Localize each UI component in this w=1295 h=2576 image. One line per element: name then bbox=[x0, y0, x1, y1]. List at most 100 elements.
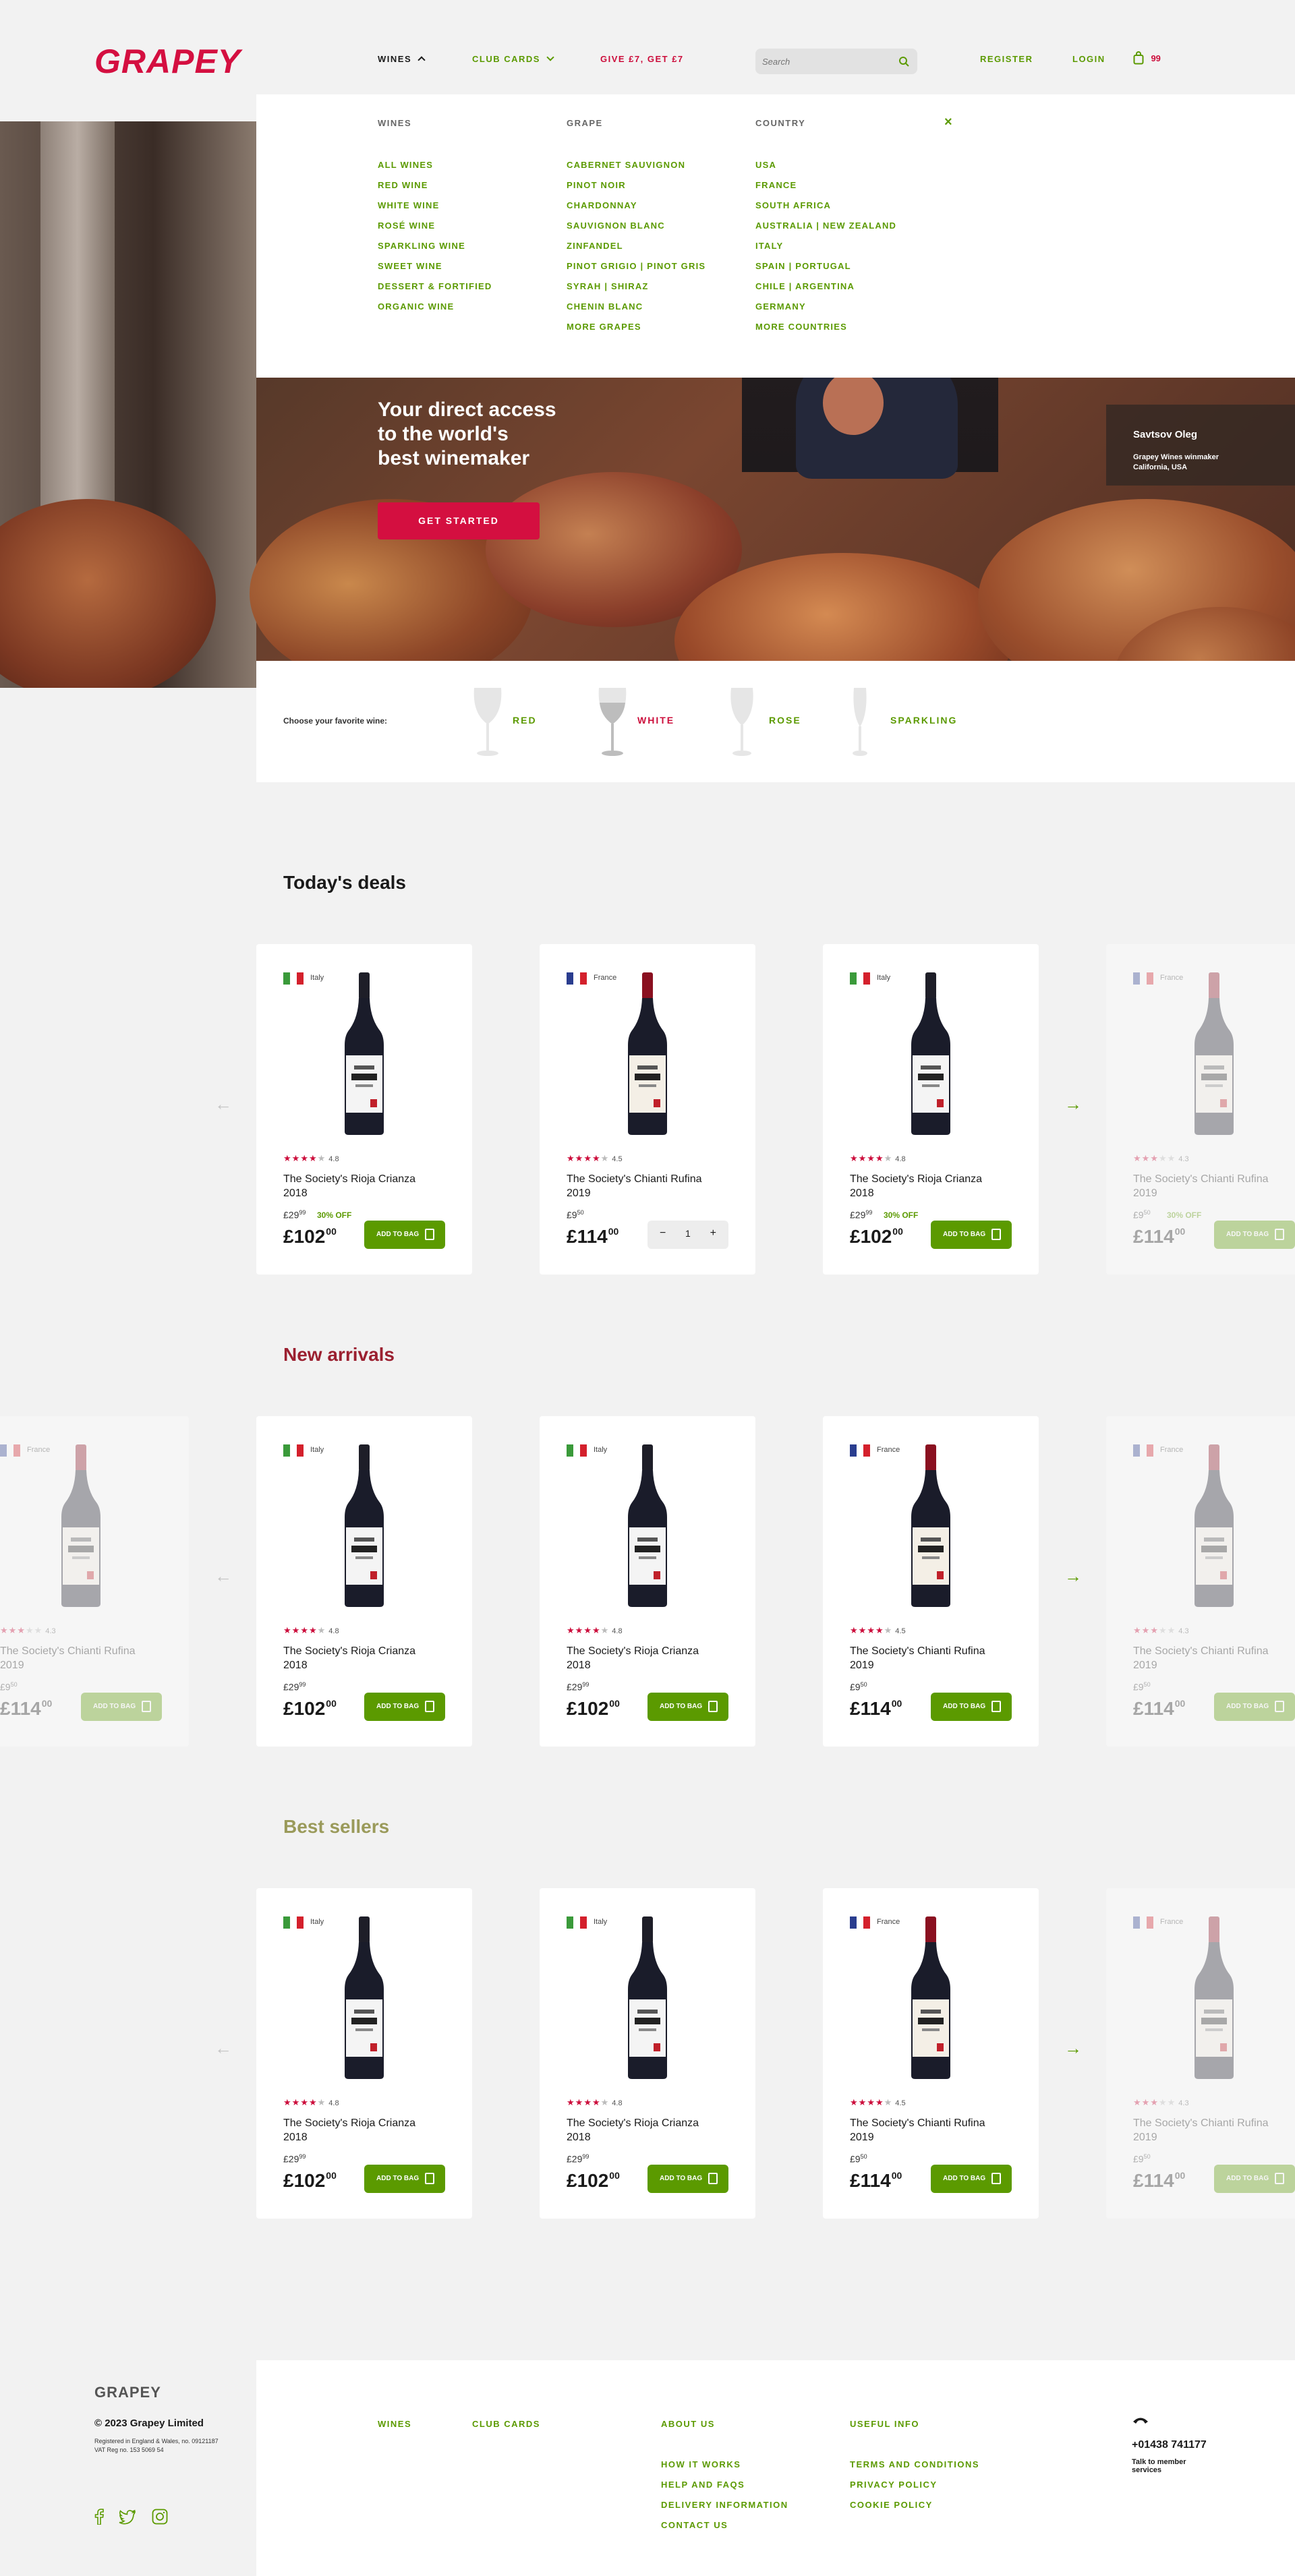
menu-item-rose-wine[interactable]: ROSÉ WINE bbox=[378, 216, 492, 236]
logo[interactable]: GRAPEY bbox=[94, 42, 241, 81]
menu-item-chardonnay[interactable]: CHARDONNAY bbox=[567, 196, 706, 216]
search-input[interactable] bbox=[762, 49, 890, 74]
arrow-left-icon[interactable]: ← bbox=[214, 1566, 232, 1587]
product-name[interactable]: The Society's Rioja Crianza 2018 bbox=[283, 1172, 452, 1200]
add-to-bag-button[interactable]: ADD TO BAG bbox=[364, 1221, 445, 1249]
footer-link-wines[interactable]: WINES bbox=[378, 2414, 411, 2434]
product-card[interactable]: France ★★★★★ 4.3 The Society's Chianti Ru… bbox=[1106, 944, 1295, 1275]
facebook-icon[interactable] bbox=[94, 2509, 104, 2525]
add-to-bag-button[interactable]: ADD TO BAG bbox=[648, 1693, 728, 1721]
instagram-icon[interactable] bbox=[152, 2509, 168, 2525]
menu-item-sauvignon-blanc[interactable]: SAUVIGNON BLANC bbox=[567, 216, 706, 236]
menu-item-germany[interactable]: GERMANY bbox=[755, 297, 896, 317]
product-card[interactable]: Italy ★★★★★ 4.8 The Society's Rioja Crian… bbox=[540, 1888, 755, 2219]
product-card[interactable]: Italy ★★★★★ 4.8 The Society's Rioja Crian… bbox=[256, 1416, 472, 1747]
footer-link-help-faqs[interactable]: HELP AND FAQS bbox=[661, 2475, 788, 2495]
add-to-bag-button[interactable]: ADD TO BAG bbox=[1214, 1221, 1295, 1249]
product-name[interactable]: The Society's Rioja Crianza 2018 bbox=[283, 1644, 452, 1672]
add-to-bag-button[interactable]: ADD TO BAG bbox=[931, 1693, 1012, 1721]
chooser-rose[interactable]: ROSE bbox=[728, 686, 823, 761]
footer-link-delivery[interactable]: DELIVERY INFORMATION bbox=[661, 2495, 788, 2515]
add-to-bag-button[interactable]: ADD TO BAG bbox=[1214, 2165, 1295, 2193]
nav-wines[interactable]: WINES bbox=[378, 54, 426, 64]
search-icon[interactable] bbox=[898, 56, 909, 67]
wine-bottle-image[interactable] bbox=[907, 971, 954, 1136]
get-started-button[interactable]: GET STARTED bbox=[378, 502, 540, 539]
menu-item-italy[interactable]: ITALY bbox=[755, 236, 896, 256]
chooser-sparkling[interactable]: SPARKLING bbox=[850, 686, 998, 761]
product-name[interactable]: The Society's Rioja Crianza 2018 bbox=[567, 1644, 735, 1672]
nav-club-cards[interactable]: CLUB CARDS bbox=[472, 53, 554, 64]
minus-button[interactable]: − bbox=[660, 1227, 666, 1239]
menu-item-more-grapes[interactable]: MORE GRAPES bbox=[567, 317, 706, 337]
add-to-bag-button[interactable]: ADD TO BAG bbox=[1214, 1693, 1295, 1721]
footer-link-how-it-works[interactable]: HOW IT WORKS bbox=[661, 2455, 788, 2475]
wine-bottle-image[interactable] bbox=[1190, 1915, 1238, 2080]
menu-item-sweet-wine[interactable]: SWEET WINE bbox=[378, 256, 492, 276]
add-to-bag-button[interactable]: ADD TO BAG bbox=[364, 1693, 445, 1721]
arrow-right-icon[interactable]: → bbox=[1064, 1566, 1082, 1587]
product-name[interactable]: The Society's Chianti Rufina 2019 bbox=[0, 1644, 169, 1672]
menu-item-syrah-shiraz[interactable]: SYRAH | SHIRAZ bbox=[567, 276, 706, 297]
wine-bottle-image[interactable] bbox=[624, 971, 671, 1136]
menu-item-white-wine[interactable]: WHITE WINE bbox=[378, 196, 492, 216]
add-to-bag-button[interactable]: ADD TO BAG bbox=[931, 1221, 1012, 1249]
nav-promo[interactable]: GIVE £7, GET £7 bbox=[600, 54, 684, 64]
product-card[interactable]: Italy ★★★★★ 4.8 The Society's Rioja Crian… bbox=[256, 1888, 472, 2219]
menu-item-dessert-fortified[interactable]: DESSERT & FORTIFIED bbox=[378, 276, 492, 297]
menu-item-sparkling-wine[interactable]: SPARKLING WINE bbox=[378, 236, 492, 256]
phone-number[interactable]: +01438 741177 bbox=[1132, 2439, 1207, 2451]
wine-bottle-image[interactable] bbox=[57, 1443, 105, 1608]
product-name[interactable]: The Society's Rioja Crianza 2018 bbox=[283, 2116, 452, 2144]
menu-item-all-wines[interactable]: ALL WINES bbox=[378, 155, 492, 175]
login-link[interactable]: LOGIN bbox=[1072, 54, 1105, 64]
menu-item-pinot-grigio[interactable]: PINOT GRIGIO | PINOT GRIS bbox=[567, 256, 706, 276]
menu-item-france[interactable]: FRANCE bbox=[755, 175, 896, 196]
wine-bottle-image[interactable] bbox=[341, 971, 388, 1136]
add-to-bag-button[interactable]: ADD TO BAG bbox=[364, 2165, 445, 2193]
menu-item-red-wine[interactable]: RED WINE bbox=[378, 175, 492, 196]
product-name[interactable]: The Society's Chianti Rufina 2019 bbox=[1133, 1172, 1295, 1200]
footer-logo[interactable]: GRAPEY bbox=[94, 2384, 161, 2401]
wine-bottle-image[interactable] bbox=[907, 1443, 954, 1608]
product-card[interactable]: France ★★★★★ 4.3 The Society's Chianti Ru… bbox=[1106, 1416, 1295, 1747]
menu-item-chenin-blanc[interactable]: CHENIN BLANC bbox=[567, 297, 706, 317]
add-to-bag-button[interactable]: ADD TO BAG bbox=[81, 1693, 162, 1721]
close-icon[interactable]: × bbox=[944, 115, 952, 130]
menu-item-cabernet-sauvignon[interactable]: CABERNET SAUVIGNON bbox=[567, 155, 706, 175]
wine-bottle-image[interactable] bbox=[341, 1443, 388, 1608]
wine-bottle-image[interactable] bbox=[1190, 971, 1238, 1136]
product-card[interactable]: France ★★★★★ 4.3 The Society's Chianti Ru… bbox=[0, 1416, 189, 1747]
footer-link-contact[interactable]: CONTACT US bbox=[661, 2515, 788, 2536]
product-name[interactable]: The Society's Chianti Rufina 2019 bbox=[567, 1172, 735, 1200]
register-link[interactable]: REGISTER bbox=[980, 54, 1033, 64]
add-to-bag-button[interactable]: ADD TO BAG bbox=[931, 2165, 1012, 2193]
product-card[interactable]: France ★★★★★ 4.5 The Society's Chianti Ru… bbox=[540, 944, 755, 1275]
wine-bottle-image[interactable] bbox=[624, 1443, 671, 1608]
product-card[interactable]: France ★★★★★ 4.3 The Society's Chianti Ru… bbox=[1106, 1888, 1295, 2219]
product-card[interactable]: France ★★★★★ 4.5 The Society's Chianti Ru… bbox=[823, 1888, 1039, 2219]
menu-item-chile-argentina[interactable]: CHILE | ARGENTINA bbox=[755, 276, 896, 297]
product-name[interactable]: The Society's Chianti Rufina 2019 bbox=[1133, 2116, 1295, 2144]
chooser-white[interactable]: WHITE bbox=[597, 686, 705, 761]
add-to-bag-button[interactable]: ADD TO BAG bbox=[648, 2165, 728, 2193]
menu-item-south-africa[interactable]: SOUTH AFRICA bbox=[755, 196, 896, 216]
plus-button[interactable]: + bbox=[710, 1227, 716, 1239]
arrow-right-icon[interactable]: → bbox=[1064, 2038, 1082, 2059]
twitter-icon[interactable] bbox=[119, 2509, 136, 2525]
wine-bottle-image[interactable] bbox=[341, 1915, 388, 2080]
product-card[interactable]: Italy ★★★★★ 4.8 The Society's Rioja Crian… bbox=[823, 944, 1039, 1275]
chooser-red[interactable]: RED bbox=[472, 686, 567, 761]
arrow-left-icon[interactable]: ← bbox=[214, 2038, 232, 2059]
footer-link-club-cards[interactable]: CLUB CARDS bbox=[472, 2414, 540, 2434]
product-name[interactable]: The Society's Chianti Rufina 2019 bbox=[850, 1644, 1018, 1672]
arrow-left-icon[interactable]: ← bbox=[214, 1094, 232, 1115]
product-name[interactable]: The Society's Chianti Rufina 2019 bbox=[1133, 1644, 1295, 1672]
product-name[interactable]: The Society's Rioja Crianza 2018 bbox=[567, 2116, 735, 2144]
cart-button[interactable]: 99 bbox=[1133, 51, 1161, 65]
product-card[interactable]: France ★★★★★ 4.5 The Society's Chianti Ru… bbox=[823, 1416, 1039, 1747]
menu-item-usa[interactable]: USA bbox=[755, 155, 896, 175]
wine-bottle-image[interactable] bbox=[1190, 1443, 1238, 1608]
menu-item-australia-nz[interactable]: AUSTRALIA | NEW ZEALAND bbox=[755, 216, 896, 236]
menu-item-organic-wine[interactable]: ORGANIC WINE bbox=[378, 297, 492, 317]
